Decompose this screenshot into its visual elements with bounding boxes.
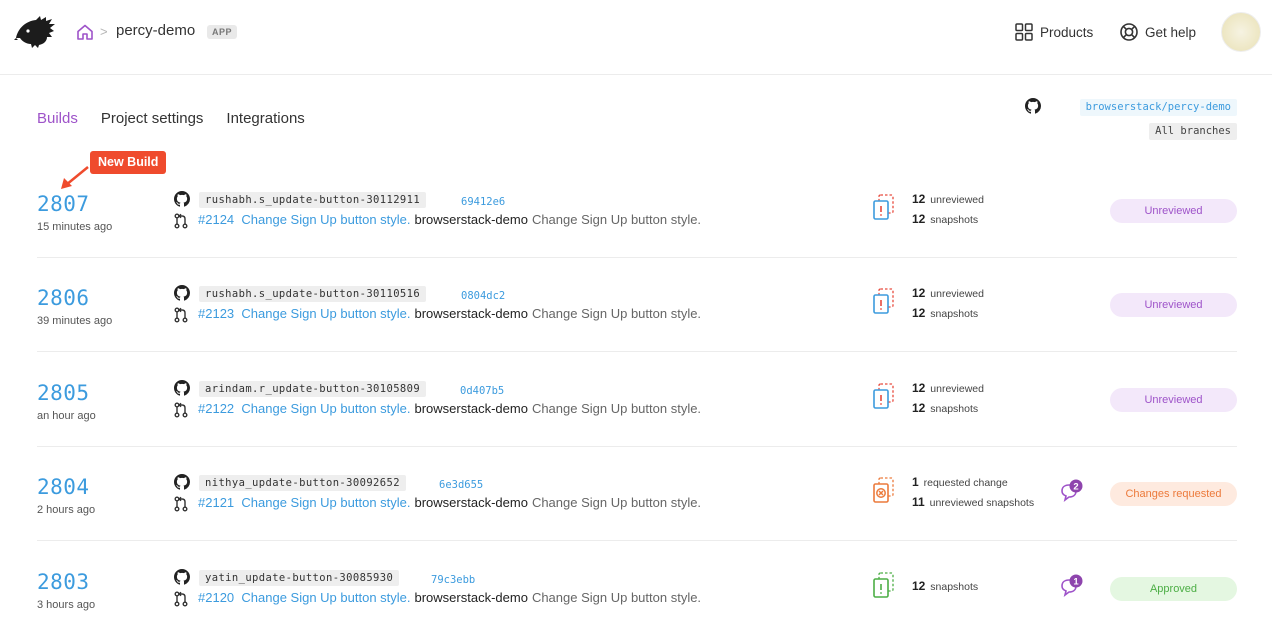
unreviewed-snapshots-icon <box>873 194 894 220</box>
pr-org: browserstack-demo <box>414 590 528 605</box>
review-stat-primary: 1 requested change <box>912 475 1008 489</box>
percy-logo-icon[interactable] <box>14 14 56 50</box>
build-number[interactable]: 2805 <box>37 381 90 405</box>
build-status-badge[interactable]: Unreviewed <box>1110 293 1237 317</box>
review-stat-secondary: 12 snapshots <box>912 579 979 593</box>
build-status-badge[interactable]: Approved <box>1110 577 1237 601</box>
commit-sha[interactable]: 79c3ebb <box>431 574 475 586</box>
build-time: an hour ago <box>37 410 96 422</box>
review-stat-secondary: 12 snapshots <box>912 212 979 226</box>
build-time: 3 hours ago <box>37 599 96 611</box>
commit-sha[interactable]: 6e3d655 <box>439 479 483 491</box>
pr-org: browserstack-demo <box>414 401 528 416</box>
build-time: 15 minutes ago <box>37 221 113 233</box>
review-stat-primary: 12 unreviewed <box>912 192 984 206</box>
review-stat-primary: 12 unreviewed <box>912 286 984 300</box>
tab-integrations[interactable]: Integrations <box>226 110 304 127</box>
pr-link[interactable]: #2120 Change Sign Up button style. <box>198 590 411 605</box>
build-number[interactable]: 2806 <box>37 286 90 310</box>
comment-count: 2 <box>1073 482 1078 493</box>
commit-sha[interactable]: 0d407b5 <box>460 385 504 397</box>
github-icon <box>174 380 190 396</box>
project-type-badge: APP <box>207 25 238 39</box>
repo-link[interactable]: browserstack/percy-demo <box>1079 99 1237 116</box>
build-number[interactable]: 2807 <box>37 192 90 216</box>
branch-name: arindam.r_update-button-30105809 <box>199 381 427 397</box>
github-icon <box>174 285 190 301</box>
pr-details: #2122 Change Sign Up button style. browse… <box>198 401 701 416</box>
commit-message: Change Sign Up button style. <box>531 401 702 416</box>
products-label: Products <box>1040 24 1094 40</box>
breadcrumb-separator: > <box>100 24 108 39</box>
build-row[interactable]: 2807 15 minutes ago rushabh.s_update-but… <box>37 164 1237 258</box>
grid-icon <box>1015 23 1033 41</box>
review-stat-secondary: 12 snapshots <box>912 306 979 320</box>
build-row[interactable]: 2804 2 hours ago nithya_update-button-30… <box>37 447 1237 541</box>
commit-message: Change Sign Up button style. <box>531 306 702 321</box>
comment-count: 1 <box>1073 577 1079 588</box>
comments-icon[interactable]: 1 <box>1059 574 1083 598</box>
review-stat-primary: 12 unreviewed <box>912 381 984 395</box>
build-number[interactable]: 2804 <box>37 475 90 499</box>
build-row[interactable]: 2806 39 minutes ago rushabh.s_update-but… <box>37 258 1237 352</box>
build-status-badge[interactable]: Unreviewed <box>1110 199 1237 223</box>
github-icon <box>174 569 190 585</box>
pr-link[interactable]: #2124 Change Sign Up button style. <box>198 212 411 227</box>
pr-link[interactable]: #2123 Change Sign Up button style. <box>198 306 411 321</box>
unreviewed-snapshots-icon <box>873 383 894 409</box>
comments-icon[interactable]: 2 <box>1059 479 1083 503</box>
top-header: > percy-demo APP Products Get help <box>0 0 1272 75</box>
get-help-label: Get help <box>1145 24 1197 40</box>
pull-request-icon <box>174 307 188 323</box>
review-stat-secondary: 12 snapshots <box>912 401 979 415</box>
build-status-badge[interactable]: Unreviewed <box>1110 388 1237 412</box>
pull-request-icon <box>174 591 188 607</box>
build-number[interactable]: 2803 <box>37 570 90 594</box>
pr-link[interactable]: #2122 Change Sign Up button style. <box>198 401 411 416</box>
commit-message: Change Sign Up button style. <box>531 590 702 605</box>
github-icon <box>1025 98 1041 114</box>
pr-org: browserstack-demo <box>414 212 528 227</box>
pr-details: #2121 Change Sign Up button style. browse… <box>198 495 701 510</box>
build-row[interactable]: 2803 3 hours ago yatin_update-button-300… <box>37 542 1237 631</box>
branch-name: nithya_update-button-30092652 <box>199 475 406 491</box>
get-help-button[interactable]: Get help <box>1119 21 1196 43</box>
github-icon <box>174 474 190 490</box>
approved-snapshots-icon <box>873 572 894 598</box>
tab-project-settings[interactable]: Project settings <box>101 110 204 127</box>
pr-org: browserstack-demo <box>414 495 528 510</box>
pr-org: browserstack-demo <box>414 306 528 321</box>
breadcrumb-project-name[interactable]: percy-demo <box>116 22 195 39</box>
changes-requested-snapshots-icon <box>873 477 894 503</box>
pr-link[interactable]: #2121 Change Sign Up button style. <box>198 495 411 510</box>
pr-details: #2120 Change Sign Up button style. browse… <box>198 590 701 605</box>
branch-name: yatin_update-button-30085930 <box>199 570 400 586</box>
commit-sha[interactable]: 0804dc2 <box>461 290 505 302</box>
build-time: 39 minutes ago <box>37 315 113 327</box>
user-avatar[interactable] <box>1221 12 1261 52</box>
build-row[interactable]: 2805 an hour ago arindam.r_update-button… <box>37 353 1237 447</box>
home-icon[interactable] <box>76 23 94 41</box>
products-button[interactable]: Products <box>1014 21 1093 43</box>
review-stat-secondary: 11 unreviewed snapshots <box>912 495 1035 509</box>
commit-message: Change Sign Up button style. <box>531 495 702 510</box>
branch-name: rushabh.s_update-button-30112911 <box>199 192 427 208</box>
commit-message: Change Sign Up button style. <box>531 212 702 227</box>
branch-name: rushabh.s_update-button-30110516 <box>199 286 427 302</box>
pull-request-icon <box>174 496 188 512</box>
build-time: 2 hours ago <box>37 504 96 516</box>
unreviewed-snapshots-icon <box>873 288 894 314</box>
pr-details: #2123 Change Sign Up button style. browse… <box>198 306 701 321</box>
branch-filter[interactable]: All branches <box>1149 123 1237 140</box>
tab-builds[interactable]: Builds <box>37 110 78 127</box>
lifebuoy-icon <box>1120 23 1138 41</box>
github-icon <box>174 191 190 207</box>
project-tabs: Builds Project settings Integrations <box>37 110 305 127</box>
pull-request-icon <box>174 402 188 418</box>
commit-sha[interactable]: 69412e6 <box>461 196 505 208</box>
pull-request-icon <box>174 213 188 229</box>
pr-details: #2124 Change Sign Up button style. browse… <box>198 212 701 227</box>
build-status-badge[interactable]: Changes requested <box>1110 482 1237 506</box>
